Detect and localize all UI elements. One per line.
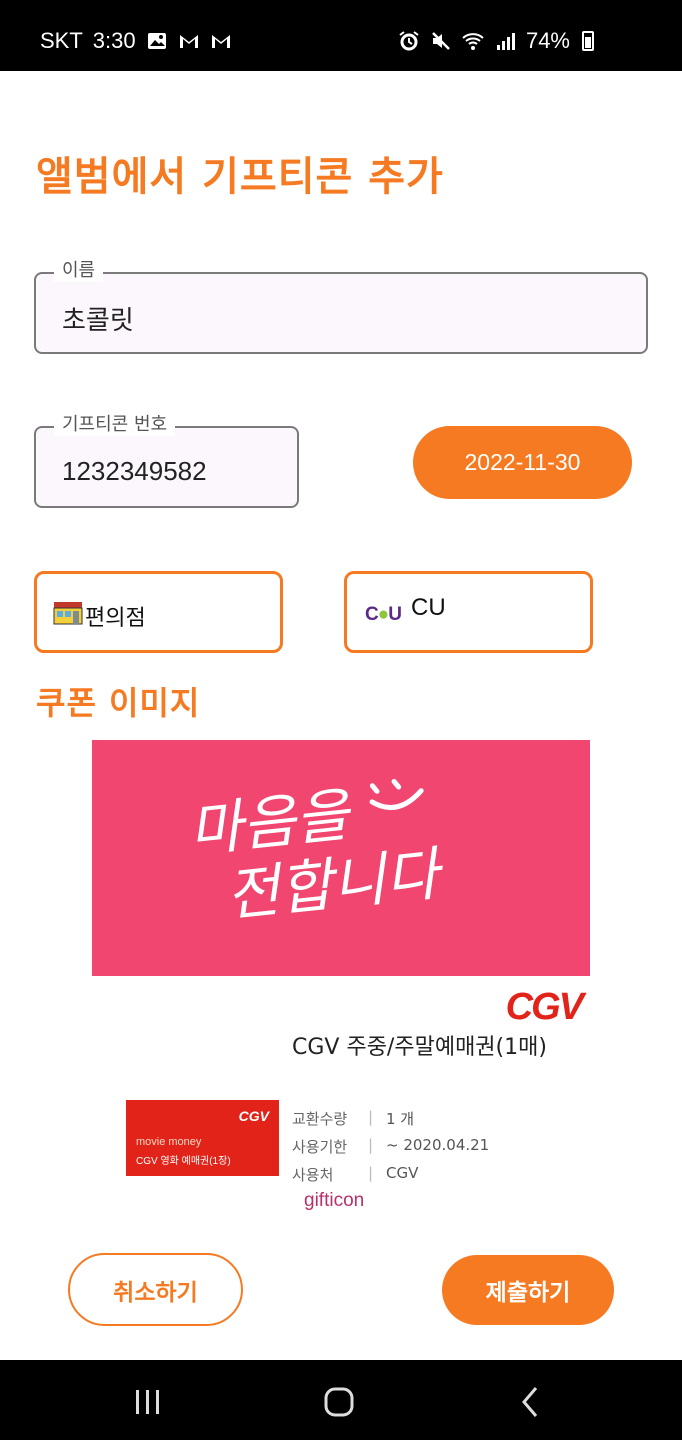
cgv-logo: CGV [505, 986, 584, 1028]
mute-icon [432, 32, 450, 50]
coupon-image[interactable]: 마음을 전합니다 CGV CGV movie money CGV 영화 예매권(… [92, 740, 590, 1230]
convenience-store-icon [53, 602, 83, 625]
info-row: 사용기한 | ~ 2020.04.21 [292, 1136, 489, 1157]
image-icon [147, 33, 166, 49]
brand-select[interactable]: C●U CU [344, 571, 593, 653]
banner-message: 마음을 전합니다 [186, 771, 447, 932]
info-row: 사용처 | CGV [292, 1164, 418, 1185]
info-key: 사용기한 [292, 1138, 348, 1156]
coupon-image-title: 쿠폰 이미지 [36, 684, 201, 722]
info-key: 교환수량 [292, 1110, 348, 1128]
ticket-card-line-2: CGV 영화 예매권(1장) [136, 1156, 231, 1167]
info-value: CGV [386, 1164, 419, 1182]
info-separator: | [368, 1108, 374, 1126]
gifticon-number-field[interactable]: 기프티콘 번호 1232349582 [34, 414, 299, 508]
info-separator: | [368, 1136, 374, 1154]
clock: 3:30 [92, 28, 136, 53]
gifticon-number-value[interactable]: 1232349582 [62, 456, 207, 487]
back-icon[interactable] [490, 1360, 570, 1440]
category-label: 편의점 [85, 606, 146, 631]
cu-logo-icon: C●U [365, 604, 402, 625]
ticket-card-line-1: movie money [136, 1136, 202, 1148]
info-value: 1 개 [386, 1110, 415, 1128]
battery-icon [582, 31, 594, 51]
navigation-bar [0, 1360, 682, 1440]
carrier-label: SKT [40, 28, 83, 53]
name-field-value[interactable]: 초콜릿 [62, 300, 134, 337]
page-title: 앨범에서 기프티콘 추가 [36, 154, 444, 200]
gmail-icon [179, 35, 198, 48]
wifi-icon [462, 33, 484, 50]
smile-icon [369, 779, 424, 811]
coupon-details: CGV CGV movie money CGV 영화 예매권(1장) CGV 주… [92, 976, 590, 1230]
ticket-card-image: CGV movie money CGV 영화 예매권(1장) [126, 1100, 279, 1176]
coupon-banner: 마음을 전합니다 [92, 740, 590, 976]
status-bar: SKT 3:30 74% [0, 0, 682, 71]
info-row: 교환수량 | 1 개 [292, 1108, 414, 1129]
ticket-card-logo: CGV [238, 1108, 269, 1124]
brand-label: CU [411, 594, 446, 621]
battery-percent: 74% [525, 28, 570, 53]
signal-icon [496, 33, 515, 50]
gmail-icon [211, 35, 230, 48]
name-field[interactable]: 이름 초콜릿 [34, 260, 648, 354]
recent-apps-icon[interactable] [108, 1360, 188, 1440]
gifticon-logo: gifticon [304, 1190, 365, 1211]
category-select[interactable]: 편의점 [34, 571, 283, 653]
product-name: CGV 주중/주말예매권(1매) [292, 1035, 547, 1060]
info-value: ~ 2020.04.21 [386, 1136, 490, 1154]
submit-button[interactable]: 제출하기 [442, 1255, 614, 1325]
name-field-label: 이름 [54, 260, 104, 282]
alarm-icon [399, 31, 419, 51]
cancel-button[interactable]: 취소하기 [68, 1253, 243, 1326]
home-icon[interactable] [299, 1360, 379, 1440]
info-key: 사용처 [292, 1166, 334, 1184]
status-left: SKT 3:30 [40, 28, 232, 54]
status-right: 74% [398, 28, 570, 54]
gifticon-number-label: 기프티콘 번호 [54, 414, 176, 436]
info-separator: | [368, 1164, 374, 1182]
expiry-date-button[interactable]: 2022-11-30 [413, 426, 632, 499]
